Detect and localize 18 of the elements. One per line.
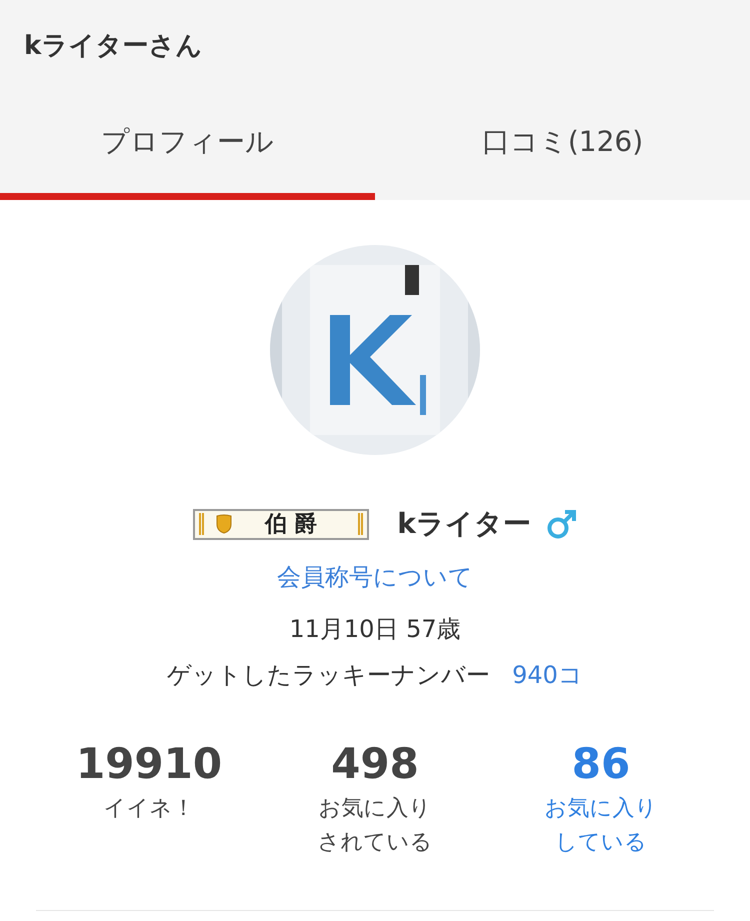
tab[interactable]: プロフィール [0,90,375,200]
rank-label: 伯爵 [263,511,326,539]
stat-label: お気に入りされている [316,795,434,857]
stat-label: イイネ！ [102,795,196,823]
stat-value: 19910 [76,739,222,788]
lucky-label: ゲットしたラッキーナンバー [167,660,490,691]
stripe-ornament [199,513,204,535]
stat-value[interactable]: 86 [572,739,630,788]
user-name: kライター [397,506,531,542]
stat-value: 498 [331,739,419,788]
title-link[interactable]: 会員称号について [277,561,473,593]
shield-icon [216,514,232,534]
stat-label[interactable]: お気に入りしている [539,792,663,860]
birthday-age: 11月10日 57歳 [289,614,461,645]
lucky-count[interactable]: 940コ [512,659,583,691]
page-title: kライターさん [23,30,204,63]
tab[interactable]: 口コミ(126) [375,90,750,200]
stripe-ornament [358,513,364,535]
